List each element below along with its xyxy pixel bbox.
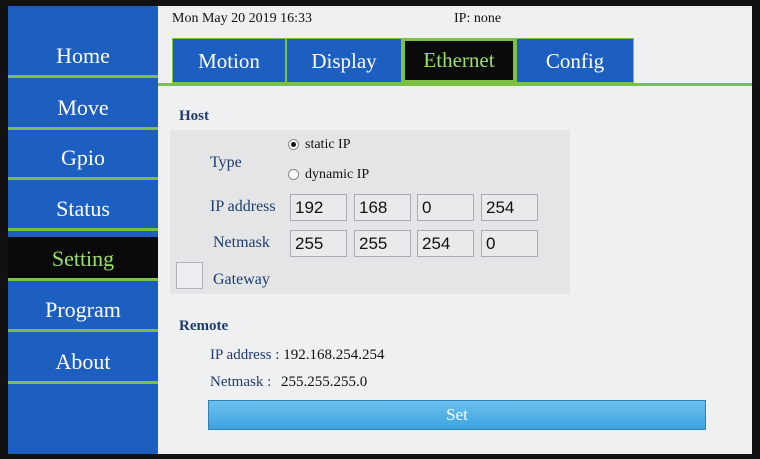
datetime-text: Mon May 20 2019 16:33 (172, 11, 312, 26)
remote-ip-label: IP address : (210, 347, 280, 363)
static-ip-label: static IP (305, 137, 351, 152)
tab-underline (158, 83, 752, 86)
ip-address-label: IP address (210, 198, 276, 215)
remote-ip-value: 192.168.254.254 (283, 347, 385, 363)
tab-motion[interactable]: Motion (172, 38, 286, 83)
netmask-octet-4-input[interactable]: 0 (481, 230, 538, 257)
static-ip-radio[interactable]: static IP (288, 137, 351, 153)
sidebar-item-setting[interactable]: Setting (8, 237, 158, 281)
dynamic-ip-radio[interactable]: dynamic IP (288, 167, 369, 183)
radio-unselected-icon (288, 169, 299, 181)
gateway-label: Gateway (213, 271, 270, 288)
dynamic-ip-label: dynamic IP (305, 167, 370, 182)
tab-ethernet[interactable]: Ethernet (402, 38, 516, 83)
ip-octet-4-input[interactable]: 254 (481, 194, 538, 221)
tab-bar: Motion Display Ethernet Config (158, 32, 752, 88)
sidebar: Home Move Gpio Status Setting Program Ab… (8, 6, 158, 454)
host-title: Host (179, 108, 209, 124)
remote-netmask-line: Netmask : 255.255.255.0 (210, 374, 367, 391)
radio-selected-icon (288, 139, 299, 151)
tab-display[interactable]: Display (286, 38, 402, 83)
netmask-octet-2-input[interactable]: 255 (354, 230, 411, 257)
netmask-octet-1-input[interactable]: 255 (290, 230, 347, 257)
netmask-octet-3-input[interactable]: 254 (417, 230, 474, 257)
sidebar-item-gpio[interactable]: Gpio (8, 136, 158, 180)
ethernet-panel: Host Type static IP dynamic IP IP addres… (158, 90, 752, 454)
sidebar-item-status[interactable]: Status (8, 187, 158, 231)
sidebar-item-program[interactable]: Program (8, 288, 158, 332)
tab-config[interactable]: Config (516, 38, 634, 83)
sidebar-item-home[interactable]: Home (8, 34, 158, 78)
screen: Home Move Gpio Status Setting Program Ab… (8, 6, 752, 454)
ip-octet-1-input[interactable]: 192 (290, 194, 347, 221)
status-bar: Mon May 20 2019 16:33 IP: none (158, 6, 752, 32)
netmask-label: Netmask (213, 234, 270, 251)
ip-octet-2-input[interactable]: 168 (354, 194, 411, 221)
gateway-checkbox[interactable] (176, 262, 203, 289)
ip-octet-3-input[interactable]: 0 (417, 194, 474, 221)
set-button[interactable]: Set (208, 400, 706, 430)
ip-status-text: IP: none (454, 11, 502, 26)
remote-netmask-label: Netmask : (210, 374, 272, 390)
type-label: Type (210, 154, 242, 171)
remote-ip-line: IP address : 192.168.254.254 (210, 347, 384, 364)
sidebar-item-about[interactable]: About (8, 340, 158, 384)
sidebar-item-move[interactable]: Move (8, 86, 158, 130)
remote-netmask-value: 255.255.255.0 (281, 374, 368, 390)
remote-title: Remote (179, 318, 229, 334)
